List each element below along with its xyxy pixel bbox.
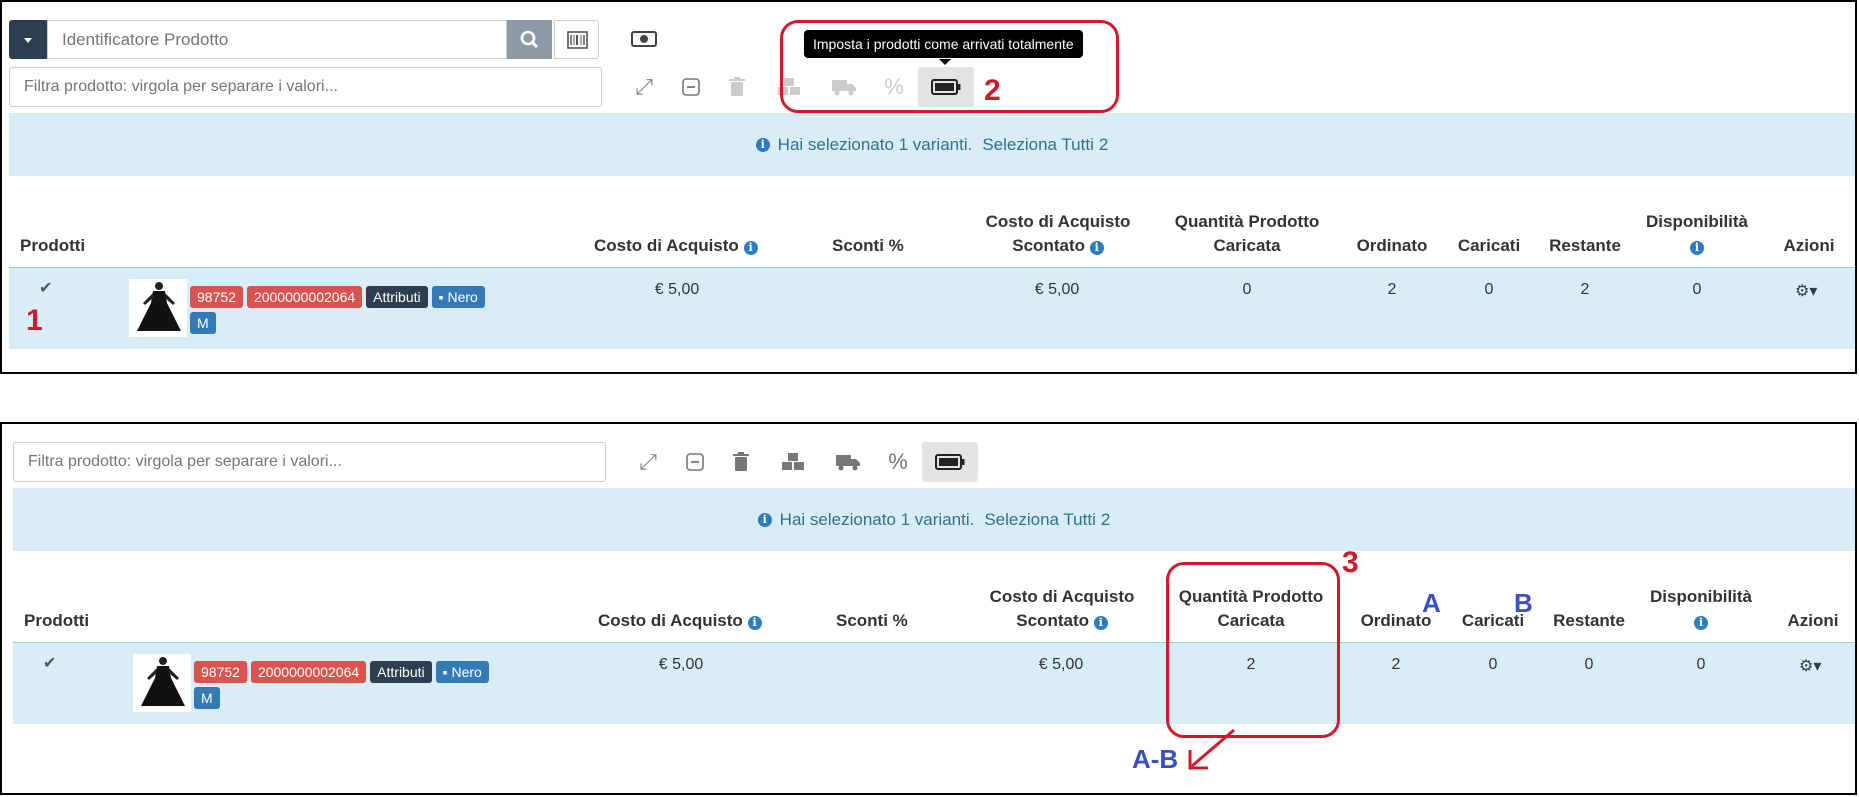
trash-icon[interactable] bbox=[716, 67, 758, 107]
info-icon: i bbox=[743, 241, 758, 255]
collapse-icon[interactable] bbox=[674, 442, 716, 482]
size-label: M bbox=[194, 687, 220, 709]
color-label: ▪ Nero bbox=[435, 661, 489, 683]
annotation-box-3 bbox=[1166, 562, 1340, 738]
trash-icon[interactable] bbox=[720, 442, 762, 482]
selection-banner: i Hai selezionato 1 varianti. Seleziona … bbox=[13, 488, 1855, 551]
search-icon bbox=[520, 30, 539, 49]
color-label: ▪ Nero bbox=[431, 286, 485, 308]
product-labels: 98752 2000000002064 Attributi ▪ Nero M bbox=[190, 286, 530, 334]
product-thumbnail bbox=[129, 279, 187, 337]
annotation-number-1: 1 bbox=[26, 304, 43, 337]
cost-value: € 5,00 bbox=[654, 281, 700, 298]
col-loaded: Caricati bbox=[1457, 236, 1521, 255]
search-dropdown-button[interactable] bbox=[9, 20, 47, 59]
col-availability: Disponibilità i bbox=[1646, 212, 1748, 255]
col-cost: Costo di Acquisto i bbox=[598, 609, 762, 633]
availability-value: 0 bbox=[1696, 656, 1706, 673]
col-ordered: Ordinato bbox=[1356, 236, 1428, 255]
info-icon: i bbox=[755, 137, 770, 152]
col-cost: Costo di Acquisto i bbox=[594, 234, 758, 258]
col-remaining: Restante bbox=[1553, 611, 1625, 630]
select-all-count: 2 bbox=[1098, 134, 1109, 154]
battery-full-icon bbox=[935, 454, 965, 470]
actions-gear-icon[interactable]: ⚙▾ bbox=[1795, 281, 1817, 301]
discounted-cost-value: € 5,00 bbox=[1034, 281, 1080, 298]
filter-input[interactable] bbox=[13, 442, 606, 482]
annotation-letter-b: B bbox=[1514, 588, 1533, 618]
product-labels: 98752 2000000002064 Attributi ▪ Nero M bbox=[194, 661, 534, 709]
truck-icon[interactable] bbox=[827, 442, 869, 482]
annotation-a-minus-b: A-B bbox=[1132, 744, 1179, 774]
expand-icon[interactable]: ⤢ bbox=[627, 442, 669, 482]
selection-text: Hai selezionato 1 varianti. bbox=[777, 134, 973, 154]
select-all-count: 2 bbox=[1100, 509, 1111, 529]
info-icon: i bbox=[1690, 241, 1704, 255]
attributes-label: Attributi bbox=[370, 661, 432, 683]
cost-value: € 5,00 bbox=[658, 656, 704, 673]
info-icon: i bbox=[747, 616, 762, 630]
product-id-input[interactable] bbox=[47, 20, 507, 59]
panel-before: ⤢ % Imposta i prodotti come arrivati tot… bbox=[0, 0, 1857, 374]
selection-banner: i Hai selezionato 1 varianti. Seleziona … bbox=[9, 113, 1855, 176]
product-id-label: 98752 bbox=[194, 661, 247, 683]
ordered-value: 2 bbox=[1387, 281, 1397, 298]
panel-after: ⤢ % i Hai selezionato 1 varianti. Selezi… bbox=[0, 422, 1857, 795]
annotation-number-3: 3 bbox=[1342, 546, 1359, 579]
info-icon: i bbox=[1694, 616, 1708, 630]
expand-icon[interactable]: ⤢ bbox=[623, 67, 665, 107]
product-id-label: 98752 bbox=[190, 286, 243, 308]
cubes-icon[interactable] bbox=[772, 442, 814, 482]
collapse-icon[interactable] bbox=[670, 67, 712, 107]
col-actions: Azioni bbox=[1787, 611, 1839, 630]
select-all-link[interactable]: Seleziona Tutti bbox=[984, 510, 1096, 530]
search-button[interactable] bbox=[507, 20, 552, 59]
remaining-value: 2 bbox=[1580, 281, 1590, 298]
barcode-label: 2000000002064 bbox=[246, 286, 363, 308]
barcode-label: 2000000002064 bbox=[250, 661, 367, 683]
selection-text: Hai selezionato 1 varianti. bbox=[779, 509, 975, 529]
col-discount: Sconti % bbox=[832, 236, 904, 255]
annotation-arrow bbox=[1188, 728, 1235, 770]
col-products: Prodotti bbox=[20, 236, 86, 255]
col-discounted-cost: Costo di Acquisto Scontato i bbox=[989, 587, 1135, 630]
battery-full-button[interactable] bbox=[922, 442, 978, 482]
col-availability: Disponibilità i bbox=[1650, 587, 1752, 630]
row-checkbox[interactable]: ✔ bbox=[43, 653, 56, 673]
money-icon[interactable] bbox=[630, 28, 658, 55]
col-remaining: Restante bbox=[1549, 236, 1621, 255]
col-products: Prodotti bbox=[24, 611, 90, 630]
qty-loaded-value: 0 bbox=[1242, 281, 1252, 298]
info-icon: i bbox=[1093, 616, 1108, 630]
loaded-value: 0 bbox=[1488, 656, 1498, 673]
actions-gear-icon[interactable]: ⚙▾ bbox=[1799, 656, 1821, 676]
filter-input[interactable] bbox=[9, 67, 602, 107]
col-qty-loaded: Quantità Prodotto Caricata bbox=[1174, 212, 1320, 255]
caret-down-icon bbox=[24, 38, 32, 43]
col-discounted-cost: Costo di Acquisto Scontato i bbox=[985, 212, 1131, 255]
attributes-label: Attributi bbox=[366, 286, 428, 308]
percent-icon[interactable]: % bbox=[877, 442, 919, 482]
row-checkbox[interactable]: ✔ bbox=[39, 278, 52, 298]
info-icon: i bbox=[757, 512, 772, 527]
ordered-value: 2 bbox=[1391, 656, 1401, 673]
info-icon: i bbox=[1089, 241, 1104, 255]
barcode-scan-button[interactable] bbox=[554, 20, 599, 59]
size-label: M bbox=[190, 312, 216, 334]
loaded-value: 0 bbox=[1484, 281, 1494, 298]
select-all-link[interactable]: Seleziona Tutti bbox=[982, 135, 1094, 155]
col-actions: Azioni bbox=[1783, 236, 1835, 255]
annotation-letter-a: A bbox=[1422, 588, 1441, 618]
remaining-value: 0 bbox=[1584, 656, 1594, 673]
col-discount: Sconti % bbox=[836, 611, 908, 630]
product-thumbnail bbox=[133, 654, 191, 712]
annotation-box-2 bbox=[780, 20, 1119, 113]
availability-value: 0 bbox=[1692, 281, 1702, 298]
discounted-cost-value: € 5,00 bbox=[1038, 656, 1084, 673]
barcode-scan-icon bbox=[567, 31, 588, 49]
annotation-number-2: 2 bbox=[984, 74, 1001, 107]
